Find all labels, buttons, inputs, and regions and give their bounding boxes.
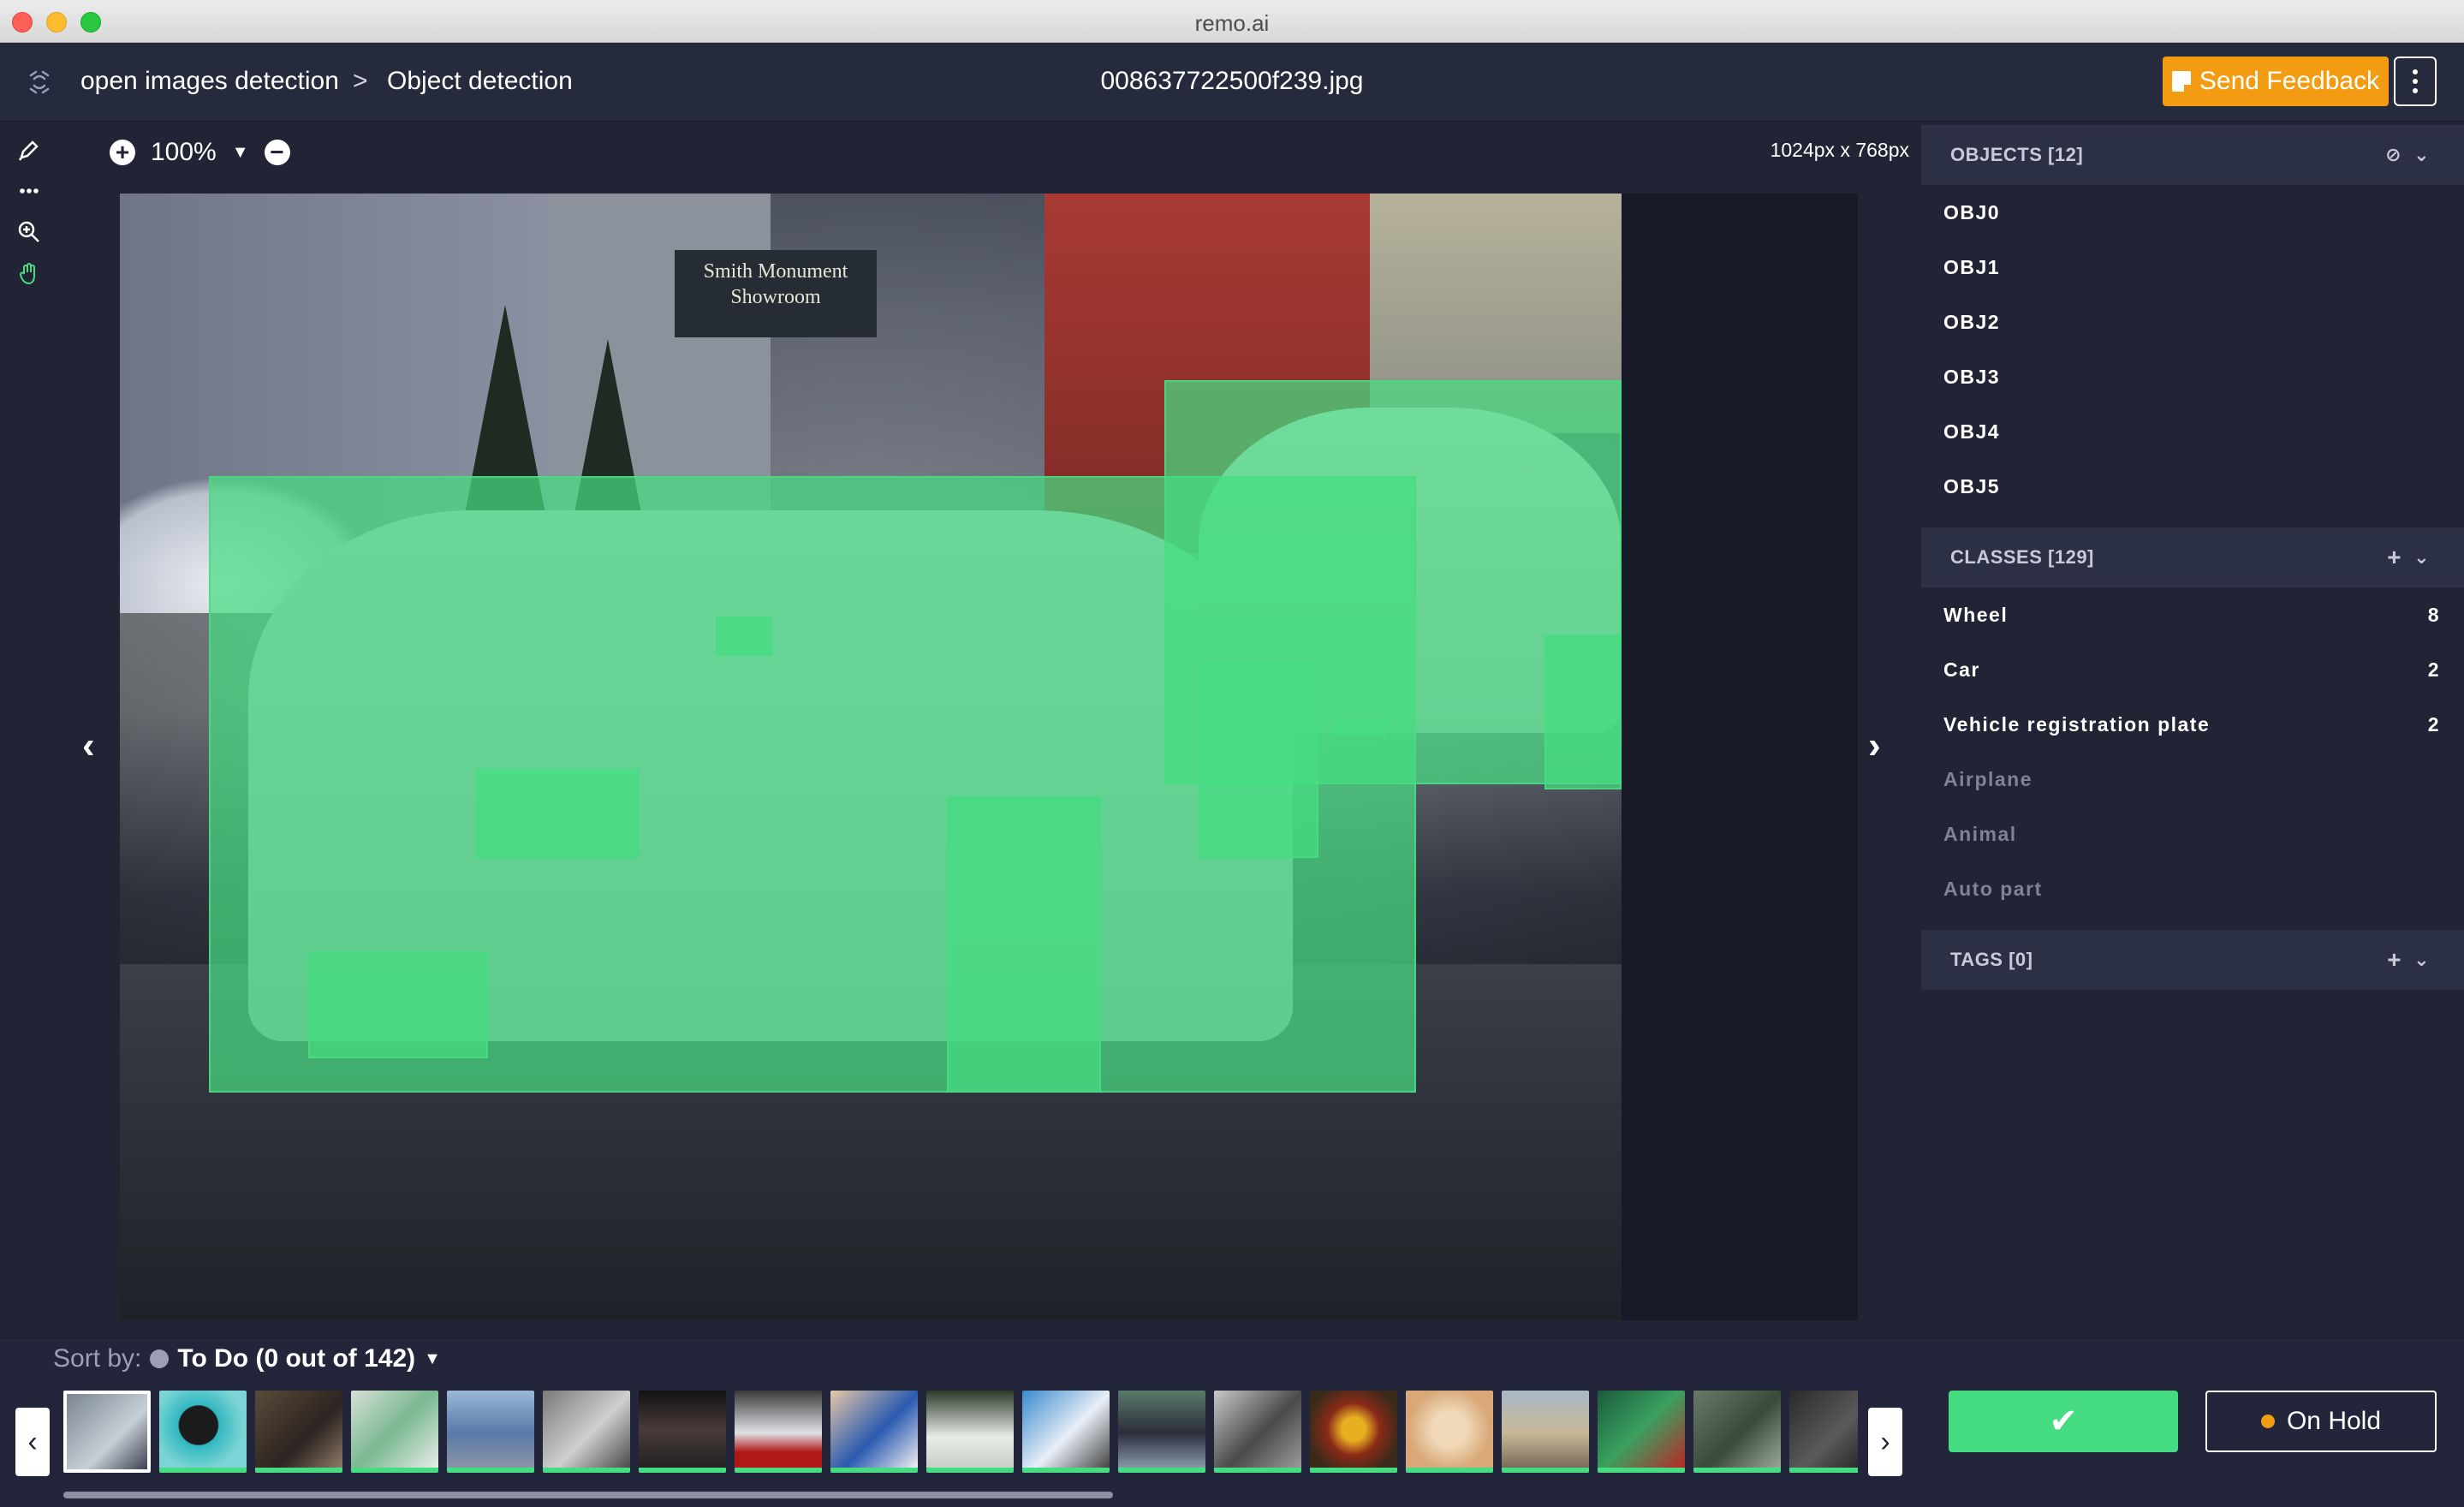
bbox-wheel-3[interactable] (1199, 663, 1318, 858)
thumbnail-item[interactable] (159, 1391, 247, 1473)
zoom-in-button[interactable]: + (110, 140, 135, 165)
object-item[interactable]: OBJ0 (1943, 185, 2440, 240)
image-filename: 008637722500f239.jpg (1100, 67, 1364, 95)
objects-header-label: OBJECTS [12] (1950, 144, 2084, 165)
class-count: 2 (2427, 713, 2440, 736)
sort-by-value: To Do (0 out of 142) (177, 1344, 416, 1373)
hand-icon[interactable] (14, 260, 45, 291)
object-item[interactable]: OBJ4 (1943, 404, 2440, 459)
thumbnails-prev-button[interactable]: ‹ (15, 1408, 50, 1476)
thumbnail-item[interactable] (1214, 1391, 1301, 1473)
zoom-controls: + 100% ▼ − (110, 135, 290, 170)
zoom-dropdown-chevron-icon[interactable]: ▼ (232, 143, 249, 163)
send-feedback-button[interactable]: Send Feedback (2163, 57, 2389, 106)
thumbnail-item[interactable] (1022, 1391, 1110, 1473)
next-image-chevron-right-icon[interactable]: › (1868, 724, 1881, 767)
class-item-vehicle-registration-plate[interactable]: Vehicle registration plate 2 (1943, 697, 2440, 752)
object-item[interactable]: OBJ3 (1943, 349, 2440, 404)
window-titlebar: remo.ai (0, 0, 2464, 43)
class-item-airplane[interactable]: Airplane (1943, 752, 2440, 807)
approve-button[interactable]: ✔ (1949, 1391, 2178, 1452)
zoom-in-icon[interactable] (14, 219, 45, 250)
feedback-icon (2171, 71, 2191, 92)
app-window: remo.ai open images detection > Object d… (0, 0, 2464, 1507)
check-icon: ✔ (2049, 1403, 2078, 1440)
bbox-wheel-1[interactable] (308, 952, 488, 1058)
class-item-car[interactable]: Car 2 (1943, 642, 2440, 697)
chevron-down-icon[interactable]: ⌄ (2413, 125, 2430, 185)
sort-by-label: Sort by: (53, 1344, 142, 1373)
image-dimensions: 1024px x 768px (1770, 139, 1909, 161)
class-item-wheel[interactable]: Wheel 8 (1943, 587, 2440, 642)
thumbnail-item[interactable] (830, 1391, 918, 1473)
thumbnail-strip[interactable] (63, 1391, 1858, 1476)
sort-dropdown-chevron-icon[interactable]: ▼ (424, 1349, 441, 1369)
zoom-level[interactable]: 100% (151, 138, 217, 167)
bbox-license-plate-1[interactable] (476, 769, 639, 858)
annotation-panel: OBJECTS [12] ⊘ ⌄ OBJ0 OBJ1 OBJ2 OBJ3 OBJ… (1921, 122, 2464, 1337)
tags-section-header[interactable]: TAGS [0] + ⌄ (1921, 930, 2464, 990)
more-options-button[interactable] (2394, 57, 2437, 106)
eye-off-icon[interactable]: ⊘ (2385, 125, 2402, 185)
on-hold-status-dot-icon (2260, 1415, 2275, 1428)
add-tag-plus-icon[interactable]: + (2387, 930, 2402, 990)
object-item[interactable]: OBJ1 (1943, 240, 2440, 295)
zoom-out-button[interactable]: − (264, 140, 290, 165)
thumbnail-item[interactable] (255, 1391, 342, 1473)
thumbnails-next-button[interactable]: › (1868, 1408, 1902, 1476)
classes-section-header[interactable]: CLASSES [129] + ⌄ (1921, 527, 2464, 587)
remo-logo-icon[interactable] (24, 67, 55, 98)
thumbnail-item[interactable] (1310, 1391, 1397, 1473)
thumbnail-scrollbar-thumb[interactable] (63, 1492, 1113, 1498)
thumbnail-item[interactable] (351, 1391, 438, 1473)
send-feedback-label: Send Feedback (2199, 67, 2380, 95)
bbox-wheel-5[interactable] (1336, 721, 1387, 736)
thumbnail-item[interactable] (1789, 1391, 1858, 1473)
annotated-image[interactable]: Smith Monument Showroom (120, 194, 1622, 1320)
thumbnail-scrollbar[interactable] (63, 1492, 1858, 1498)
annotation-canvas[interactable]: Smith Monument Showroom ‹ › (82, 194, 1881, 1320)
classes-header-label: CLASSES [129] (1950, 546, 2094, 568)
thumbnail-item[interactable] (1693, 1391, 1781, 1473)
on-hold-button[interactable]: On Hold (2205, 1391, 2437, 1452)
tags-header-label: TAGS [0] (1950, 949, 2033, 970)
class-item-auto-part[interactable]: Auto part (1943, 861, 2440, 916)
tool-sidebar (0, 122, 60, 1337)
objects-section-header[interactable]: OBJECTS [12] ⊘ ⌄ (1921, 125, 2464, 185)
breadcrumb-dataset[interactable]: open images detection (80, 67, 339, 96)
more-icon[interactable] (14, 178, 45, 209)
thumbnail-item[interactable] (447, 1391, 534, 1473)
bbox-license-plate-2[interactable] (716, 616, 772, 656)
thumbnail-item[interactable] (63, 1391, 151, 1473)
class-item-animal[interactable]: Animal (1943, 807, 2440, 861)
class-count: 8 (2427, 604, 2440, 626)
add-class-plus-icon[interactable]: + (2387, 527, 2402, 587)
object-item[interactable]: OBJ2 (1943, 295, 2440, 349)
thumbnail-item[interactable] (543, 1391, 630, 1473)
window-title: remo.ai (1194, 10, 1270, 36)
breadcrumb-separator: > (353, 67, 368, 95)
pen-icon[interactable] (14, 137, 45, 168)
thumbnail-item[interactable] (1502, 1391, 1589, 1473)
previous-image-chevron-left-icon[interactable]: ‹ (82, 724, 95, 767)
app-header: open images detection > Object detection… (0, 43, 2464, 122)
thumbnail-item[interactable] (1598, 1391, 1685, 1473)
chevron-down-icon[interactable]: ⌄ (2413, 930, 2430, 990)
object-item[interactable]: OBJ5 (1943, 459, 2440, 514)
chevron-down-icon[interactable]: ⌄ (2413, 527, 2430, 587)
bbox-wheel-2[interactable] (947, 796, 1101, 1093)
breadcrumb-task[interactable]: Object detection (387, 67, 573, 96)
thumbnail-item[interactable] (926, 1391, 1014, 1473)
thumbnail-item[interactable] (639, 1391, 726, 1473)
bbox-wheel-4[interactable] (1544, 635, 1622, 789)
class-count: 2 (2427, 658, 2440, 681)
thumbnail-item[interactable] (735, 1391, 822, 1473)
storefront-sign: Smith Monument Showroom (675, 250, 877, 337)
thumbnail-item[interactable] (1406, 1391, 1493, 1473)
thumbnail-item[interactable] (1118, 1391, 1205, 1473)
status-dot-icon (150, 1349, 170, 1368)
sort-by-control[interactable]: Sort by: To Do (0 out of 142) ▼ (53, 1344, 441, 1373)
on-hold-label: On Hold (2286, 1407, 2382, 1435)
